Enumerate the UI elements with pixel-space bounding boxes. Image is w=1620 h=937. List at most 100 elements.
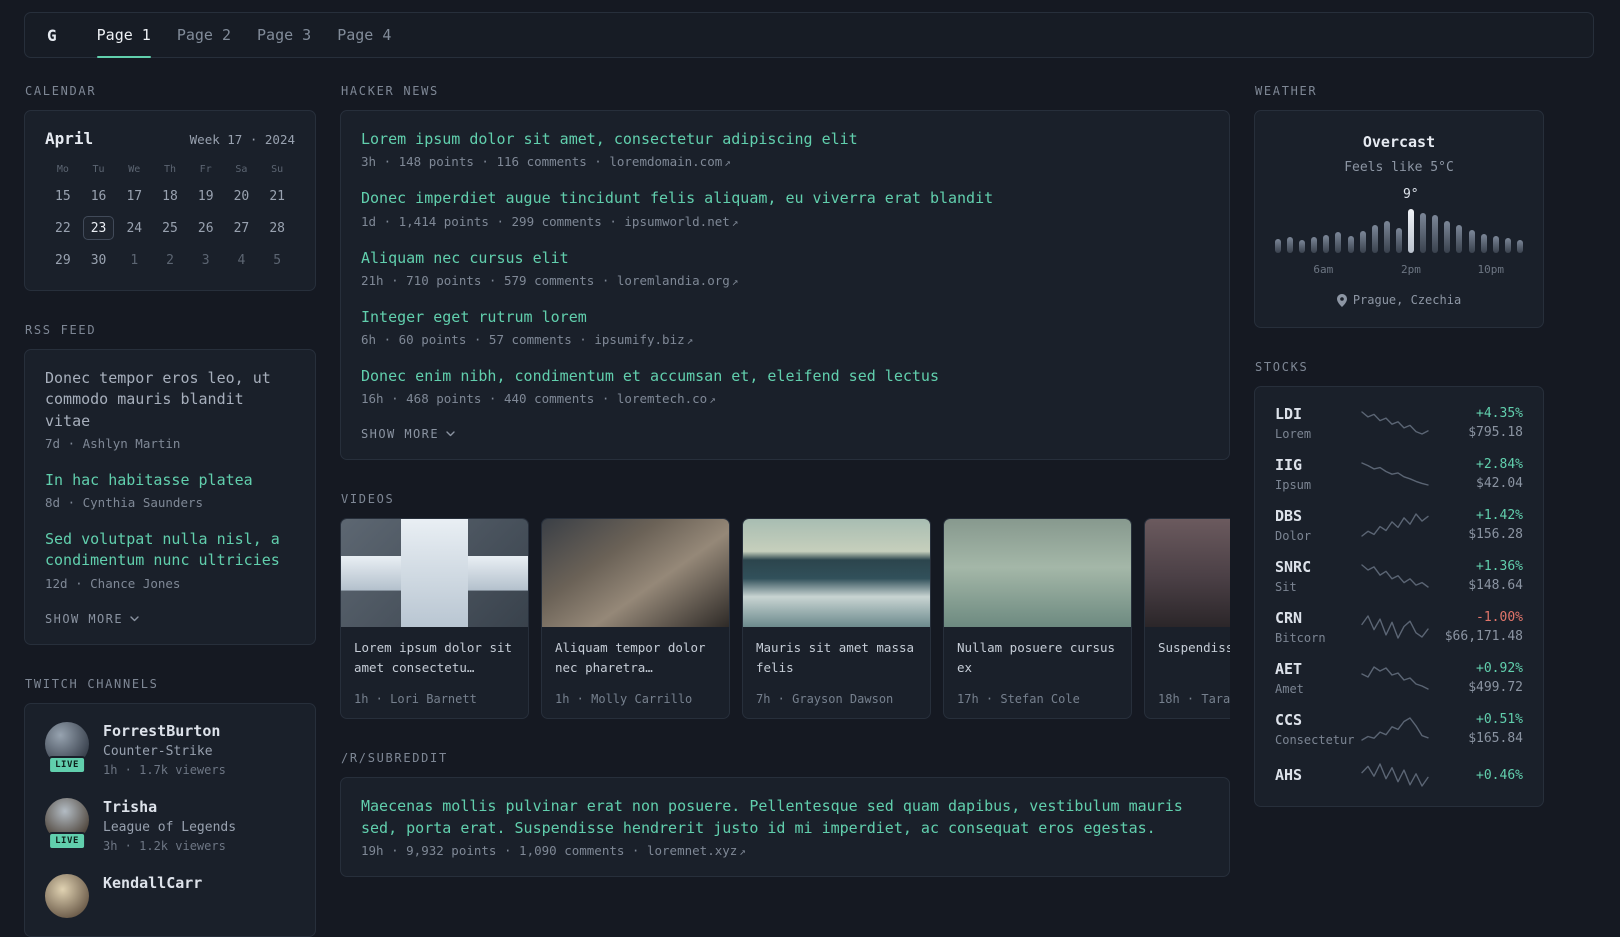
channel-info: Trisha League of Legends 3h · 1.2k viewe… bbox=[103, 798, 236, 853]
stock-change: +1.42% bbox=[1476, 508, 1523, 523]
stock-row[interactable]: SNRC Sit +1.36% $148.64 bbox=[1275, 558, 1523, 594]
tab-page-4[interactable]: Page 4 bbox=[337, 13, 391, 57]
avatar: LIVE bbox=[45, 721, 89, 774]
reddit-post-domain[interactable]: loremnet.xyz ↗ bbox=[647, 843, 746, 858]
calendar-header: April Week 17 · 2024 bbox=[45, 129, 295, 148]
weather-feels-like: Feels like 5°C bbox=[1344, 160, 1454, 175]
twitch-channel[interactable]: LIVE ForrestBurton Counter-Strike 1h · 1… bbox=[45, 721, 295, 777]
hn-item-title[interactable]: Integer eget rutrum lorem bbox=[361, 307, 1209, 328]
hacker-news-card: Lorem ipsum dolor sit amet, consectetur … bbox=[340, 110, 1230, 461]
video-card[interactable]: Mauris sit amet massa felis 7h · Grayson… bbox=[742, 518, 931, 720]
hn-item-title[interactable]: Lorem ipsum dolor sit amet, consectetur … bbox=[361, 129, 1209, 150]
stock-id: AHS bbox=[1275, 766, 1360, 784]
reddit-post-title[interactable]: Maecenas mollis pulvinar erat non posuer… bbox=[361, 796, 1209, 839]
video-card[interactable]: Lorem ipsum dolor sit amet consectetu… 1… bbox=[340, 518, 529, 720]
video-card[interactable]: Nullam posuere cursus ex 17h · Stefan Co… bbox=[943, 518, 1132, 720]
rss-item-title[interactable]: Donec tempor eros leo, ut commodo mauris… bbox=[45, 368, 295, 432]
stock-id: IIG Ipsum bbox=[1275, 456, 1360, 492]
hn-item: Donec enim nibh, condimentum et accumsan… bbox=[361, 366, 1209, 406]
stock-change: +4.35% bbox=[1476, 406, 1523, 421]
video-meta: 1h · Lori Barnett bbox=[354, 692, 477, 707]
hn-item-title[interactable]: Donec imperdiet augue tincidunt felis al… bbox=[361, 188, 1209, 209]
stock-row[interactable]: LDI Lorem +4.35% $795.18 bbox=[1275, 405, 1523, 441]
channel-name: KendallCarr bbox=[103, 873, 203, 892]
tab-page-2[interactable]: Page 2 bbox=[177, 13, 231, 57]
rss-widget: RSS FEED Donec tempor eros leo, ut commo… bbox=[24, 323, 316, 645]
calendar-day: 28 bbox=[269, 220, 285, 236]
weekday-label: Mo bbox=[56, 164, 69, 175]
tab-page-3[interactable]: Page 3 bbox=[257, 13, 311, 57]
hn-item-meta: 3h · 148 points · 116 comments · loremdo… bbox=[361, 154, 1209, 169]
calendar-day-grid: 15 16 17 18 19 20 21 22 23 24 25 26 27 2… bbox=[45, 184, 295, 272]
video-body: Mauris sit amet massa felis 7h · Grayson… bbox=[743, 627, 930, 718]
stock-row[interactable]: CCS Consectetur +0.51% $165.84 bbox=[1275, 711, 1523, 747]
stock-name: Lorem bbox=[1275, 427, 1312, 441]
hn-item: Integer eget rutrum lorem 6h · 60 points… bbox=[361, 307, 1209, 347]
chevron-down-icon bbox=[130, 616, 139, 621]
stock-price: $148.64 bbox=[1468, 578, 1523, 593]
weather-bar bbox=[1323, 235, 1330, 253]
twitch-widget: TWITCH CHANNELS LIVE ForrestBurton Count… bbox=[24, 677, 316, 937]
stock-symbol: AHS bbox=[1275, 766, 1303, 784]
weather-axis: 6am 2pm 10pm bbox=[1275, 263, 1523, 277]
weather-bar bbox=[1287, 237, 1294, 253]
external-link-icon: ↗ bbox=[739, 845, 746, 859]
video-card[interactable]: Suspendisse diam 18h · Tara bbox=[1144, 518, 1230, 720]
stock-row[interactable]: AHS +0.46% bbox=[1275, 762, 1523, 788]
hn-item-domain[interactable]: loremdomain.com ↗ bbox=[609, 154, 731, 169]
stock-symbol: AET bbox=[1275, 660, 1303, 678]
stock-row[interactable]: CRN Bitcorn -1.00% $66,171.48 bbox=[1275, 609, 1523, 645]
hn-item-title[interactable]: Donec enim nibh, condimentum et accumsan… bbox=[361, 366, 1209, 387]
app-logo[interactable]: G bbox=[47, 13, 57, 57]
stock-symbol: LDI bbox=[1275, 405, 1303, 423]
video-thumbnail bbox=[542, 519, 729, 628]
rss-card: Donec tempor eros leo, ut commodo mauris… bbox=[24, 349, 316, 645]
stock-row[interactable]: IIG Ipsum +2.84% $42.04 bbox=[1275, 456, 1523, 492]
stock-sparkline bbox=[1360, 563, 1430, 589]
twitch-channel[interactable]: LIVE Trisha League of Legends 3h · 1.2k … bbox=[45, 797, 295, 853]
axis-label: 10pm bbox=[1477, 263, 1505, 276]
show-more-button[interactable]: SHOW MORE bbox=[45, 610, 139, 626]
weather-widget: WEATHER Overcast Feels like 5°C 9° 6am 2… bbox=[1254, 84, 1544, 328]
stock-price: $795.18 bbox=[1468, 425, 1523, 440]
calendar-day: 16 bbox=[90, 188, 107, 204]
video-meta: 17h · Stefan Cole bbox=[957, 692, 1080, 707]
tab-page-1[interactable]: Page 1 bbox=[96, 13, 152, 58]
weather-peak-label: 9° bbox=[1402, 187, 1419, 202]
stock-price: $165.84 bbox=[1468, 731, 1523, 746]
show-more-button[interactable]: SHOW MORE bbox=[361, 425, 455, 441]
stock-values: +0.51% $165.84 bbox=[1430, 712, 1523, 746]
stock-sparkline bbox=[1360, 410, 1430, 436]
stock-id: AET Amet bbox=[1275, 660, 1360, 696]
weather-bar bbox=[1516, 240, 1523, 253]
stock-values: +0.92% $499.72 bbox=[1430, 661, 1523, 695]
hn-item-domain[interactable]: loremlandia.org ↗ bbox=[617, 273, 739, 288]
twitch-channel[interactable]: KendallCarr bbox=[45, 873, 295, 918]
video-meta: 18h · Tara bbox=[1158, 692, 1230, 707]
video-card[interactable]: Aliquam tempor dolor nec pharetra… 1h · … bbox=[541, 518, 730, 720]
weekday-label: Fr bbox=[199, 164, 212, 175]
hn-item: Lorem ipsum dolor sit amet, consectetur … bbox=[361, 129, 1209, 169]
stock-symbol: CRN bbox=[1275, 609, 1303, 627]
hacker-news-widget-title: HACKER NEWS bbox=[341, 84, 439, 98]
hn-item-stats: 1d · 1,414 points · 299 comments · bbox=[361, 213, 617, 229]
weather-bar bbox=[1456, 225, 1463, 253]
stock-row[interactable]: AET Amet +0.92% $499.72 bbox=[1275, 660, 1523, 696]
calendar-day: 15 bbox=[55, 188, 71, 204]
stock-symbol: DBS bbox=[1275, 507, 1303, 525]
hn-item-domain[interactable]: ipsumify.biz ↗ bbox=[594, 332, 693, 347]
dashboard: CALENDAR April Week 17 · 2024 Mo Tu We T… bbox=[0, 58, 1620, 937]
rss-item-title[interactable]: In hac habitasse platea bbox=[45, 470, 295, 491]
weather-bar bbox=[1275, 239, 1281, 253]
hn-item-domain[interactable]: loremtech.co ↗ bbox=[617, 391, 716, 406]
hn-item-domain[interactable]: ipsumworld.net ↗ bbox=[624, 214, 738, 229]
live-badge: LIVE bbox=[48, 755, 86, 774]
hn-item-title[interactable]: Aliquam nec cursus elit bbox=[361, 248, 1209, 269]
calendar-week-year: Week 17 · 2024 bbox=[189, 132, 295, 147]
video-title: Nullam posuere cursus ex bbox=[957, 640, 1116, 675]
header-bar: G Page 1 Page 2 Page 3 Page 4 bbox=[24, 12, 1594, 58]
weather-chart: 9° 6am 2pm 10pm bbox=[1275, 187, 1523, 277]
rss-item-title[interactable]: Sed volutpat nulla nisl, a condimentum n… bbox=[45, 529, 295, 572]
domain-text: loremdomain.com bbox=[609, 154, 723, 170]
stock-row[interactable]: DBS Dolor +1.42% $156.28 bbox=[1275, 507, 1523, 543]
